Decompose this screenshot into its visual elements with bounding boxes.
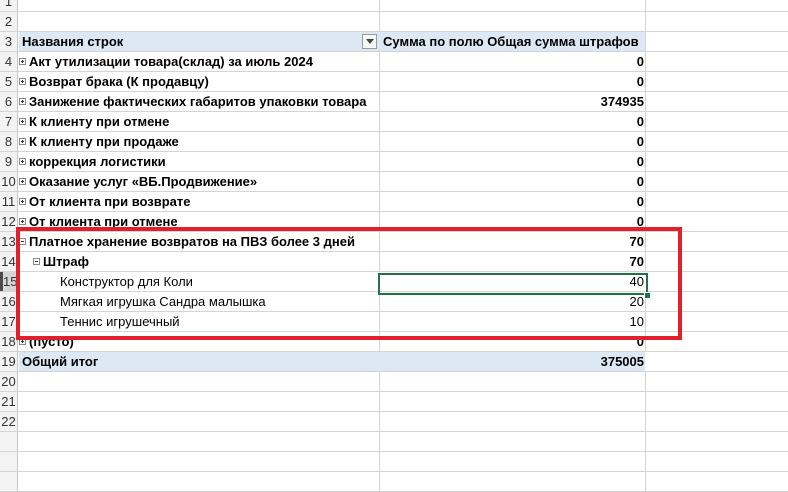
row-header[interactable]: 19 xyxy=(0,352,18,371)
sheet-row[interactable] xyxy=(0,452,788,472)
pivot-group-row[interactable]: 8 К клиенту при продаже 0 xyxy=(0,132,788,152)
group-label: Занижение фактических габаритов упаковки… xyxy=(29,94,367,109)
group-label: Акт утилизации товара(склад) за июль 202… xyxy=(29,54,313,69)
group-label: коррекция логистики xyxy=(29,154,166,169)
expand-icon[interactable] xyxy=(19,218,26,226)
row-header[interactable]: 2 xyxy=(0,12,18,31)
expand-icon[interactable] xyxy=(19,78,26,86)
expand-icon[interactable] xyxy=(19,158,26,166)
sheet-row[interactable]: 1 xyxy=(0,0,788,12)
spreadsheet-grid[interactable]: 1 2 3 Названия строк Сумма по полю Общая… xyxy=(0,0,788,492)
group-value[interactable]: 0 xyxy=(380,112,644,131)
filter-dropdown-button[interactable] xyxy=(362,34,377,49)
sheet-row[interactable]: 21 xyxy=(0,392,788,412)
group-value[interactable]: 0 xyxy=(380,132,644,151)
expand-icon[interactable] xyxy=(19,198,26,206)
group-label: Возврат брака (К продавцу) xyxy=(29,74,209,89)
values-header[interactable]: Сумма по полю Общая сумма штрафов xyxy=(379,32,645,51)
sheet-row[interactable]: 20 xyxy=(0,372,788,392)
expand-icon[interactable] xyxy=(19,178,26,186)
row-header[interactable]: 6 xyxy=(0,92,18,111)
group-label: Оказание услуг «ВБ.Продвижение» xyxy=(29,174,258,189)
row-header[interactable]: 8 xyxy=(0,132,18,151)
pivot-group-row[interactable]: 6 Занижение фактических габаритов упаков… xyxy=(0,92,788,112)
row-header[interactable]: 4 xyxy=(0,52,18,71)
row-header[interactable]: 10 xyxy=(0,172,18,191)
chevron-down-icon xyxy=(366,39,374,44)
sheet-row[interactable]: 22 xyxy=(0,412,788,432)
row-labels-header-text: Названия строк xyxy=(22,34,124,49)
sheet-row[interactable]: 2 xyxy=(0,12,788,32)
group-label: К клиенту при отмене xyxy=(29,114,170,129)
group-label: К клиенту при продаже xyxy=(29,134,179,149)
group-value[interactable]: 0 xyxy=(380,152,644,171)
pivot-group-row[interactable]: 11 От клиента при возврате 0 xyxy=(0,192,788,212)
pivot-group-row[interactable]: 10 Оказание услуг «ВБ.Продвижение» 0 xyxy=(0,172,788,192)
pivot-header-row: 3 Названия строк Сумма по полю Общая сум… xyxy=(0,32,788,52)
pivot-group-row[interactable]: 4 Акт утилизации товара(склад) за июль 2… xyxy=(0,52,788,72)
row-labels-header[interactable]: Названия строк xyxy=(19,32,379,51)
grand-total-value[interactable]: 375005 xyxy=(379,352,645,371)
sheet-row[interactable] xyxy=(0,432,788,452)
pivot-group-row[interactable]: 7 К клиенту при отмене 0 xyxy=(0,112,788,132)
row-header[interactable]: 20 xyxy=(0,372,18,391)
grand-total-row[interactable]: 19 Общий итог 375005 xyxy=(0,352,788,372)
row-header[interactable] xyxy=(0,452,18,471)
row-header[interactable] xyxy=(0,432,18,451)
row-header[interactable]: 11 xyxy=(0,192,18,211)
pivot-group-row[interactable]: 9 коррекция логистики 0 xyxy=(0,152,788,172)
row-header[interactable]: 9 xyxy=(0,152,18,171)
pivot-group-row[interactable]: 5 Возврат брака (К продавцу) 0 xyxy=(0,72,788,92)
group-label: От клиента при возврате xyxy=(29,194,191,209)
sheet-row[interactable] xyxy=(0,472,788,492)
row-header[interactable]: 21 xyxy=(0,392,18,411)
row-header[interactable]: 22 xyxy=(0,412,18,431)
expand-icon[interactable] xyxy=(19,98,26,106)
group-value[interactable]: 374935 xyxy=(380,92,644,111)
row-header[interactable] xyxy=(0,472,18,491)
expand-icon[interactable] xyxy=(19,138,26,146)
group-value[interactable]: 0 xyxy=(380,172,644,191)
grand-total-label: Общий итог xyxy=(22,354,99,369)
expand-icon[interactable] xyxy=(19,58,26,66)
row-header[interactable]: 3 xyxy=(0,32,18,51)
group-value[interactable]: 0 xyxy=(380,72,644,91)
group-value[interactable]: 0 xyxy=(380,52,644,71)
row-header[interactable]: 1 xyxy=(0,0,18,11)
expand-icon[interactable] xyxy=(19,118,26,126)
red-highlight-annotation xyxy=(16,227,682,340)
group-value[interactable]: 0 xyxy=(380,192,644,211)
row-header[interactable]: 5 xyxy=(0,72,18,91)
row-header[interactable]: 7 xyxy=(0,112,18,131)
